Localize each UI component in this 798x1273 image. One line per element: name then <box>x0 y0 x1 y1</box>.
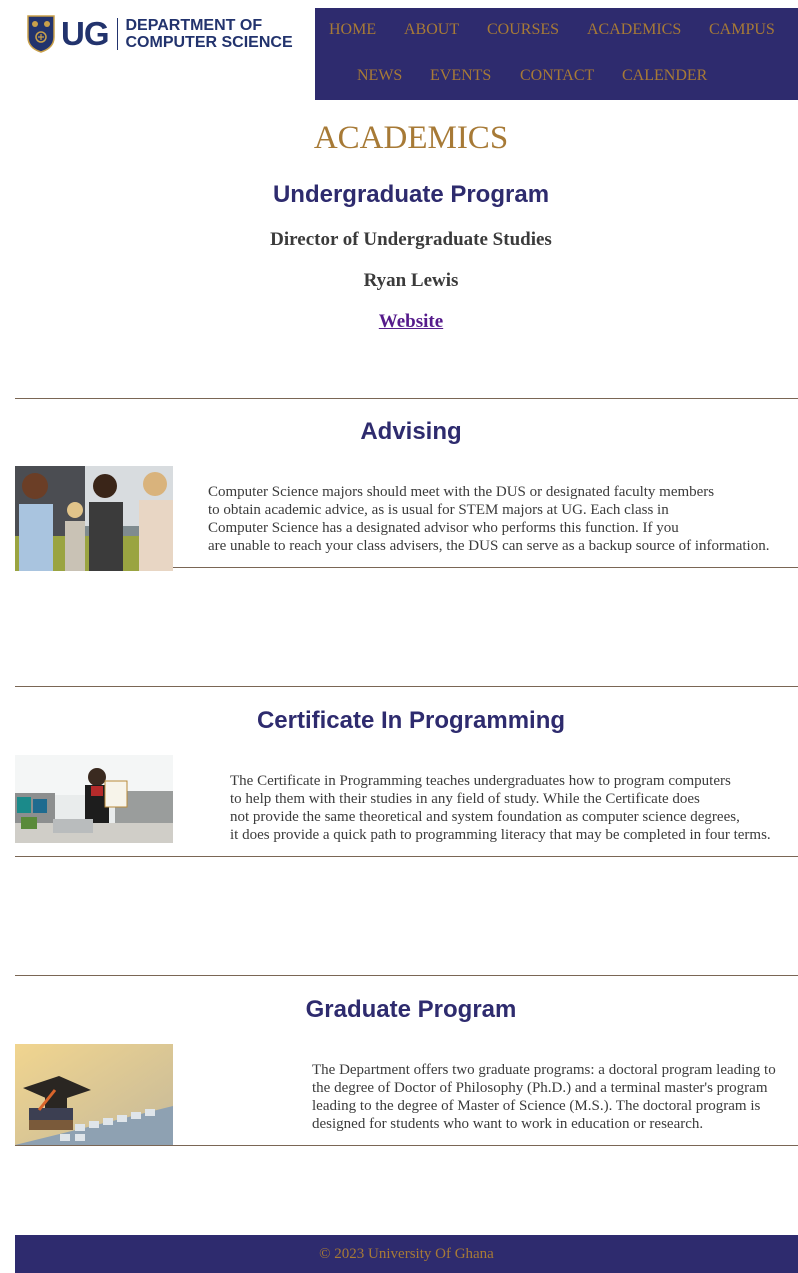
paragraph-line: to obtain academic advice, as is usual f… <box>208 502 669 518</box>
logo-line-2: COMPUTER SCIENCE <box>125 34 293 51</box>
graduation-cap-on-keyboard-photo <box>15 1044 173 1145</box>
logo-short-text: UG <box>61 15 109 52</box>
main-navigation: HOME ABOUT COURSES ACADEMICS CAMPUS NEWS… <box>315 8 798 100</box>
certificate-image <box>15 755 173 843</box>
nav-home[interactable]: HOME <box>329 21 376 39</box>
logo-department-name: DEPARTMENT OF COMPUTER SCIENCE <box>126 17 293 51</box>
paragraph-line: Computer Science majors should meet with… <box>208 484 715 500</box>
ug-crest-icon <box>27 15 55 53</box>
section-underline <box>173 567 798 568</box>
advising-heading: Advising <box>360 418 462 445</box>
nav-about[interactable]: ABOUT <box>404 21 459 39</box>
advising-image <box>15 466 173 571</box>
paragraph-line: leading to the degree of Master of Scien… <box>312 1098 761 1114</box>
paragraph-line: Computer Science has a designated adviso… <box>208 520 679 536</box>
paragraph-line: the degree of Doctor of Philosophy (Ph.D… <box>312 1080 768 1096</box>
nav-events[interactable]: EVENTS <box>430 67 491 85</box>
copyright-text: © 2023 University Of Ghana <box>319 1245 494 1262</box>
paragraph-line: not provide the same theoretical and sys… <box>230 809 740 825</box>
nav-courses[interactable]: COURSES <box>487 21 559 39</box>
divider <box>15 398 798 399</box>
paragraph-line: designed for students who want to work i… <box>312 1116 704 1132</box>
director-label: Director of Undergraduate Studies <box>270 229 552 250</box>
nav-contact[interactable]: CONTACT <box>520 67 594 85</box>
graduate-image <box>15 1044 173 1145</box>
logo-divider <box>116 18 118 50</box>
undergrad-heading: Undergraduate Program <box>272 181 550 208</box>
site-logo[interactable]: UG DEPARTMENT OF COMPUTER SCIENCE <box>27 14 293 54</box>
certificate-paragraph: The Certificate in Programming teaches u… <box>230 772 771 844</box>
website-link[interactable]: Website <box>379 311 443 332</box>
nav-campus[interactable]: CAMPUS <box>709 21 775 39</box>
paragraph-line: are unable to reach your class advisers,… <box>208 538 770 554</box>
advising-paragraph: Computer Science majors should meet with… <box>208 483 769 555</box>
students-group-photo <box>15 466 173 571</box>
paragraph-line: to help them with their studies in any f… <box>230 791 700 807</box>
nav-calender[interactable]: CALENDER <box>622 67 707 85</box>
graduate-with-certificate-photo <box>15 755 173 843</box>
divider <box>15 975 798 976</box>
page-title: ACADEMICS <box>313 120 509 156</box>
paragraph-line: The Certificate in Programming teaches u… <box>230 773 731 789</box>
paragraph-line: The Department offers two graduate progr… <box>312 1062 776 1078</box>
graduate-paragraph: The Department offers two graduate progr… <box>312 1061 776 1133</box>
divider <box>15 686 798 687</box>
director-name: Ryan Lewis <box>363 270 459 291</box>
site-footer: © 2023 University Of Ghana <box>15 1235 798 1273</box>
certificate-heading: Certificate In Programming <box>256 707 566 734</box>
nav-news[interactable]: NEWS <box>357 67 402 85</box>
graduate-heading: Graduate Program <box>305 996 517 1023</box>
paragraph-line: it does provide a quick path to programm… <box>230 827 771 843</box>
nav-academics[interactable]: ACADEMICS <box>587 21 681 39</box>
logo-line-1: DEPARTMENT OF <box>125 17 263 34</box>
section-underline <box>15 856 798 857</box>
section-underline <box>15 1145 798 1146</box>
website-link-wrapper: Website <box>15 311 798 333</box>
